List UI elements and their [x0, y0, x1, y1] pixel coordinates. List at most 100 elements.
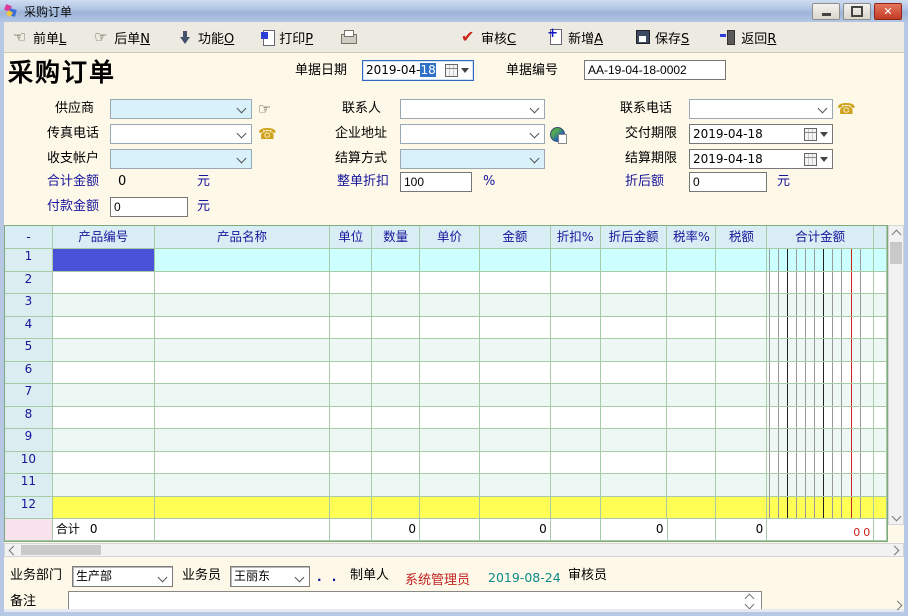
cell-tax-row8[interactable] [716, 407, 767, 430]
cell-qty-row9[interactable] [372, 429, 420, 452]
cell-tax-row3[interactable] [716, 294, 767, 317]
cell-unit-row7[interactable] [330, 384, 372, 407]
cell-code-row3[interactable] [53, 294, 155, 317]
cell-tax-row1[interactable] [716, 249, 767, 272]
row-header-3[interactable]: 3 [5, 294, 53, 317]
cell-qty-row8[interactable] [372, 407, 420, 430]
cell-discamt-row11[interactable] [601, 474, 668, 497]
cell-unit-row1[interactable] [330, 249, 372, 272]
scroll-left-icon[interactable] [9, 546, 19, 556]
cell-name-row11[interactable] [155, 474, 331, 497]
cell-price-row4[interactable] [420, 317, 480, 340]
cell-tax-row5[interactable] [716, 339, 767, 362]
cell-code-row12[interactable] [53, 497, 155, 520]
cell-unit-row2[interactable] [330, 272, 372, 295]
row-header-10[interactable]: 10 [5, 452, 53, 475]
cell-price-row7[interactable] [420, 384, 480, 407]
cell-code-row6[interactable] [53, 362, 155, 385]
toolbar-button-audit[interactable]: 审核C [458, 26, 519, 49]
cell-disc-row5[interactable] [551, 339, 601, 362]
cell-price-row9[interactable] [420, 429, 480, 452]
cell-tax-row12[interactable] [716, 497, 767, 520]
cell-money-row12[interactable] [767, 497, 874, 520]
row-header-7[interactable]: 7 [5, 384, 53, 407]
cell-unit-row10[interactable] [330, 452, 372, 475]
contact-phone-combo[interactable] [689, 99, 833, 119]
delivery-deadline-picker-button[interactable] [804, 127, 830, 141]
cell-disc-row8[interactable] [551, 407, 601, 430]
cell-discamt-row8[interactable] [601, 407, 668, 430]
cell-discamt-row6[interactable] [601, 362, 668, 385]
doc-no-input[interactable] [584, 60, 726, 80]
cell-money-row3[interactable] [767, 294, 874, 317]
cell-qty-row5[interactable] [372, 339, 420, 362]
cell-money-row9[interactable] [767, 429, 874, 452]
cell-tax-row4[interactable] [716, 317, 767, 340]
cell-discamt-row9[interactable] [601, 429, 668, 452]
cell-taxrate-row4[interactable] [667, 317, 716, 340]
vertical-scrollbar[interactable] [888, 225, 904, 525]
cell-taxrate-row9[interactable] [667, 429, 716, 452]
cell-tax-row2[interactable] [716, 272, 767, 295]
scroll-up-icon[interactable] [892, 230, 902, 240]
cell-name-row9[interactable] [155, 429, 331, 452]
scroll-down-icon[interactable] [892, 512, 902, 522]
cell-code-row10[interactable] [53, 452, 155, 475]
cell-price-row1[interactable] [420, 249, 480, 272]
row-header-6[interactable]: 6 [5, 362, 53, 385]
cell-disc-row3[interactable] [551, 294, 601, 317]
cell-name-row4[interactable] [155, 317, 331, 340]
salesperson-lookup-dots[interactable]: . . [317, 570, 339, 584]
supplier-lookup-hand-icon[interactable]: ☞ [258, 100, 276, 118]
cell-name-row10[interactable] [155, 452, 331, 475]
cell-name-row6[interactable] [155, 362, 331, 385]
cell-money-row4[interactable] [767, 317, 874, 340]
row-header-9[interactable]: 9 [5, 429, 53, 452]
cell-taxrate-row5[interactable] [667, 339, 716, 362]
cell-price-row12[interactable] [420, 497, 480, 520]
cell-name-row7[interactable] [155, 384, 331, 407]
order-discount-input[interactable] [400, 172, 472, 192]
cell-amount-row8[interactable] [480, 407, 551, 430]
cell-amount-row11[interactable] [480, 474, 551, 497]
cell-discamt-row3[interactable] [601, 294, 668, 317]
cell-money-row11[interactable] [767, 474, 874, 497]
close-button[interactable]: ✕ [874, 3, 902, 20]
cell-code-row4[interactable] [53, 317, 155, 340]
maximize-button[interactable] [843, 3, 871, 20]
cell-amount-row2[interactable] [480, 272, 551, 295]
doc-date-field[interactable]: 2019-04-18 [362, 60, 474, 81]
row-header-5[interactable]: 5 [5, 339, 53, 362]
cell-amount-row1[interactable] [480, 249, 551, 272]
supplier-combo[interactable] [110, 99, 252, 119]
row-header-1[interactable]: 1 [5, 249, 53, 272]
cell-qty-row6[interactable] [372, 362, 420, 385]
horizontal-scrollbar[interactable] [4, 543, 904, 557]
scroll-right-icon[interactable] [890, 546, 900, 556]
cell-unit-row3[interactable] [330, 294, 372, 317]
toolbar-button-next-doc[interactable]: 后单N [91, 26, 153, 49]
cell-unit-row4[interactable] [330, 317, 372, 340]
cell-money-row1[interactable] [767, 249, 874, 272]
doc-date-picker-button[interactable] [445, 63, 471, 77]
cell-price-row10[interactable] [420, 452, 480, 475]
cell-amount-row9[interactable] [480, 429, 551, 452]
cell-amount-row5[interactable] [480, 339, 551, 362]
horizontal-scrollbar-thumb[interactable] [21, 545, 101, 555]
cell-disc-row1[interactable] [551, 249, 601, 272]
cell-amount-row12[interactable] [480, 497, 551, 520]
row-header-11[interactable]: 11 [5, 474, 53, 497]
cell-taxrate-row3[interactable] [667, 294, 716, 317]
remark-spinner[interactable] [744, 592, 756, 608]
cell-taxrate-row12[interactable] [667, 497, 716, 520]
cell-code-row2[interactable] [53, 272, 155, 295]
cell-disc-row12[interactable] [551, 497, 601, 520]
vertical-scrollbar-thumb[interactable] [890, 242, 902, 264]
phone-icon[interactable]: ☎ [258, 125, 276, 143]
cell-disc-row2[interactable] [551, 272, 601, 295]
toolbar-button-new[interactable]: 新增A [545, 26, 606, 49]
cell-amount-row6[interactable] [480, 362, 551, 385]
cell-code-row11[interactable] [53, 474, 155, 497]
cell-tax-row11[interactable] [716, 474, 767, 497]
cell-code-row8[interactable] [53, 407, 155, 430]
